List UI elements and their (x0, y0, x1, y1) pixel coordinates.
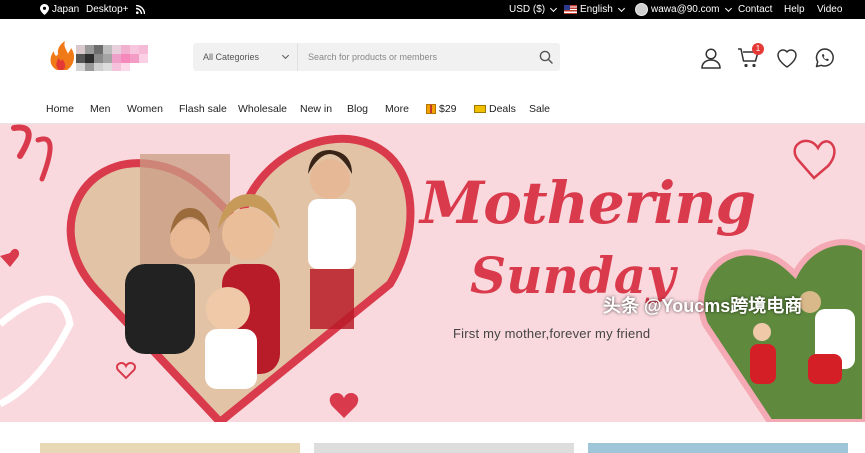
cart-count-badge: 1 (752, 43, 764, 55)
nav-item-new-in[interactable]: New in (300, 94, 332, 124)
header: All Categories 1 (0, 19, 865, 94)
nav-item-blog[interactable]: Blog (347, 94, 368, 124)
nav-item-deals[interactable]: Deals (474, 94, 516, 124)
product-card[interactable] (314, 443, 574, 453)
nav-item-more[interactable]: More (385, 94, 409, 124)
user-icon[interactable] (699, 46, 723, 70)
rss-icon (136, 5, 145, 14)
banner-title-line1: Mothering (420, 169, 756, 237)
watermark-text: 头条 @Youcms跨境电商 (603, 296, 803, 316)
nav-item-men[interactable]: Men (90, 94, 110, 124)
nav-item-women[interactable]: Women (127, 94, 163, 124)
user-email: wawa@90.com (651, 4, 720, 15)
desktop-mode-label: Desktop+ (86, 4, 129, 15)
deals-icon (474, 105, 486, 113)
main-nav: Home Men Women Flash sale Wholesale New … (0, 94, 865, 124)
nav-item-sale[interactable]: Sale (529, 94, 550, 124)
product-card[interactable] (588, 443, 848, 453)
category-label: All Categories (203, 52, 260, 62)
nav-item-home[interactable]: Home (46, 94, 74, 124)
chevron-down-icon (617, 4, 625, 12)
help-link[interactable]: Help (784, 0, 805, 19)
search-bar: All Categories (193, 43, 560, 71)
search-icon[interactable] (538, 49, 554, 65)
nav-item-29-label: $29 (439, 103, 457, 115)
currency-selector[interactable]: USD ($) (509, 0, 558, 19)
contact-link[interactable]: Contact (738, 0, 772, 19)
hero-banner[interactable]: Mothering Sunday First my mother,forever… (0, 124, 865, 422)
chevron-down-icon (281, 51, 290, 60)
country-label: Japan (52, 4, 80, 15)
banner-tagline: First my mother,forever my friend (453, 326, 651, 341)
product-card[interactable] (40, 443, 300, 453)
country-selector[interactable]: Japan (40, 0, 79, 19)
location-pin-icon (40, 4, 49, 15)
currency-label: USD ($) (509, 4, 546, 15)
category-select[interactable]: All Categories (193, 43, 298, 71)
nav-item-29[interactable]: $29 (426, 94, 457, 124)
language-selector[interactable]: English (564, 0, 625, 19)
gift-icon (426, 104, 436, 114)
video-link[interactable]: Video (817, 0, 842, 19)
chevron-down-icon (550, 4, 558, 12)
nav-item-deals-label: Deals (489, 103, 516, 115)
chevron-down-icon (724, 4, 732, 12)
nav-item-wholesale[interactable]: Wholesale (238, 94, 287, 124)
avatar (635, 3, 648, 16)
rss-link[interactable] (136, 0, 145, 19)
search-input[interactable] (299, 43, 529, 71)
site-logo[interactable] (48, 40, 160, 72)
desktop-mode-link[interactable]: Desktop+ (86, 0, 129, 19)
account-menu[interactable]: wawa@90.com (635, 0, 732, 19)
whatsapp-icon[interactable] (813, 46, 837, 70)
language-label: English (580, 4, 613, 15)
top-bar: Japan Desktop+ USD ($) English wawa@90.c… (0, 0, 865, 19)
product-cards (0, 422, 865, 453)
heart-icon[interactable] (775, 46, 799, 70)
nav-item-flash-sale[interactable]: Flash sale (179, 94, 227, 124)
us-flag-icon (564, 5, 577, 14)
